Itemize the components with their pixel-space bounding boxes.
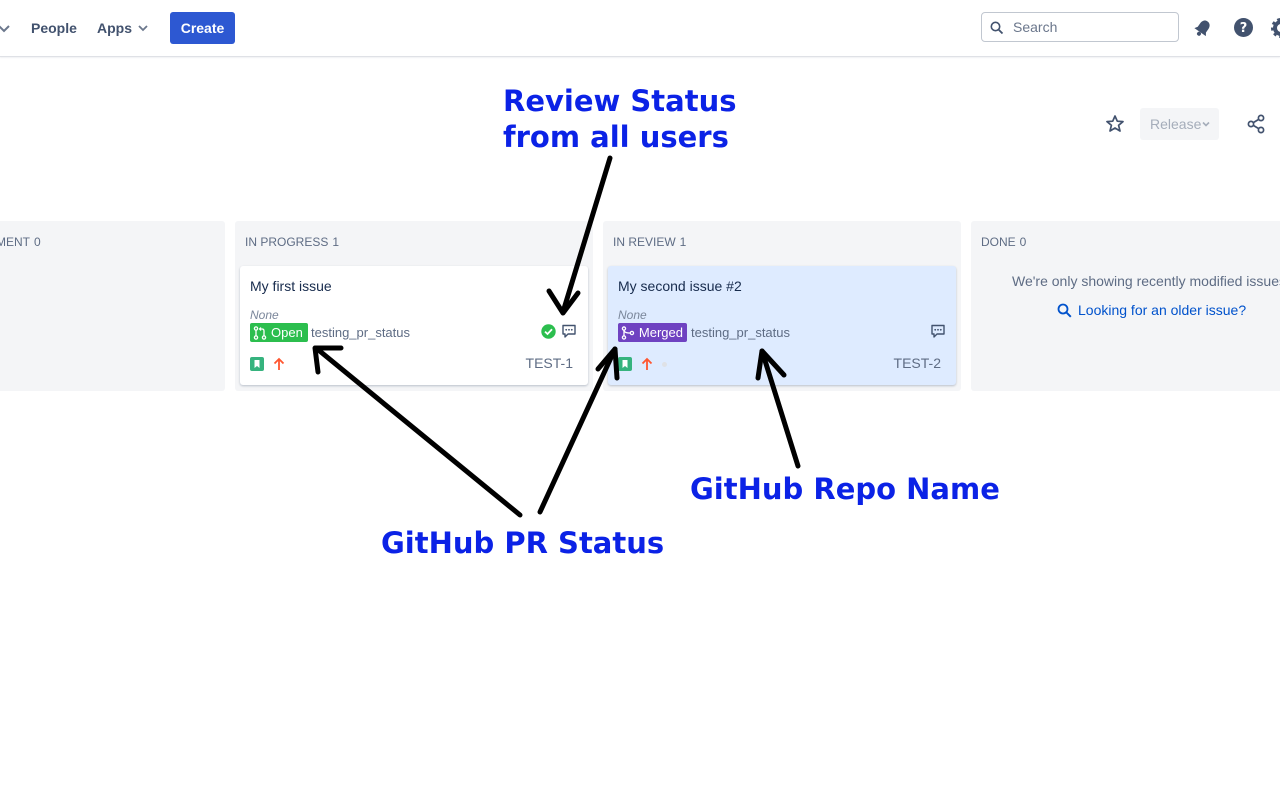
- column-title: IN REVIEW: [613, 235, 676, 249]
- column-count: 0: [1019, 235, 1027, 249]
- column-count: 1: [679, 235, 687, 249]
- column-count: 1: [332, 235, 340, 249]
- issue-card[interactable]: My first issue None Open testing_pr_stat…: [240, 266, 588, 385]
- issue-field-value: None: [618, 308, 647, 322]
- search-placeholder: Search: [1013, 19, 1058, 35]
- pr-status-badge[interactable]: Open: [250, 323, 308, 342]
- comment-icon[interactable]: [561, 323, 577, 339]
- column-header: PMENT 0: [0, 235, 41, 249]
- chevron-down-icon[interactable]: [137, 22, 149, 34]
- column-title: DONE: [981, 235, 1016, 249]
- priority-high-icon: [641, 357, 653, 370]
- create-button[interactable]: Create: [170, 12, 235, 44]
- search-icon: [1057, 303, 1072, 318]
- repo-name: testing_pr_status: [691, 325, 791, 340]
- annotation-review-status-line1: Review Status: [503, 84, 737, 118]
- merge-icon: [621, 325, 635, 340]
- notifications-icon[interactable]: [1193, 18, 1213, 38]
- board-column: PMENT 0: [0, 221, 225, 391]
- issue-key[interactable]: TEST-2: [894, 355, 941, 371]
- search-icon: [990, 21, 1004, 35]
- done-column-message: We're only showing recently modified iss…: [1012, 273, 1280, 289]
- pr-status-badge[interactable]: Merged: [618, 323, 687, 342]
- annotation-review-status: Review Status from all users: [503, 83, 743, 155]
- svg-text:?: ?: [1240, 21, 1248, 36]
- annotation-review-status-line2: from all users: [503, 120, 729, 154]
- approved-check-icon: [541, 324, 556, 339]
- issue-card[interactable]: My second issue #2 None Merged testing_p…: [608, 266, 956, 385]
- issue-key[interactable]: TEST-1: [526, 355, 573, 371]
- column-count: 0: [34, 235, 41, 249]
- chevron-down-icon: [1202, 121, 1210, 127]
- nav-people[interactable]: People: [31, 18, 77, 38]
- nav-apps[interactable]: Apps: [97, 18, 132, 38]
- column-header: DONE 0: [981, 235, 1026, 249]
- star-icon[interactable]: [1105, 114, 1125, 134]
- top-navigation: People Apps Create Search ?: [0, 0, 1280, 57]
- board-column: IN PROGRESS 1 My first issue None Open te…: [235, 221, 593, 391]
- pr-status-label: Open: [271, 325, 303, 340]
- release-button[interactable]: Release: [1140, 108, 1219, 140]
- issue-title: My first issue: [250, 278, 332, 294]
- board-column: IN REVIEW 1 My second issue #2 None Merge…: [603, 221, 961, 391]
- release-label: Release: [1150, 116, 1202, 132]
- issue-title: My second issue #2: [618, 278, 742, 294]
- search-input[interactable]: Search: [981, 12, 1179, 42]
- help-icon[interactable]: ?: [1233, 17, 1254, 38]
- column-header: IN REVIEW 1: [613, 235, 686, 249]
- share-icon[interactable]: [1246, 114, 1266, 134]
- annotation-repo-name: GitHub Repo Name: [690, 472, 1000, 506]
- repo-name: testing_pr_status: [311, 325, 411, 340]
- comment-icon[interactable]: [930, 323, 946, 339]
- priority-high-icon: [273, 357, 285, 370]
- older-issues-link[interactable]: Looking for an older issue?: [1057, 302, 1246, 318]
- board-column: DONE 0 We're only showing recently modifi…: [971, 221, 1280, 391]
- pull-request-icon: [253, 325, 267, 340]
- older-issues-link-label: Looking for an older issue?: [1078, 302, 1247, 318]
- story-icon: [250, 357, 264, 371]
- column-title: IN PROGRESS: [245, 235, 329, 249]
- issue-field-value: None: [250, 308, 279, 322]
- pr-status-label: Merged: [638, 325, 683, 340]
- estimate-dot: [662, 362, 667, 367]
- story-icon: [618, 357, 632, 371]
- chevron-down-icon[interactable]: [0, 20, 12, 36]
- column-header: IN PROGRESS 1: [245, 235, 339, 249]
- gear-icon[interactable]: [1270, 17, 1280, 39]
- annotation-pr-status: GitHub PR Status: [381, 526, 665, 560]
- column-title: PMENT: [0, 235, 30, 249]
